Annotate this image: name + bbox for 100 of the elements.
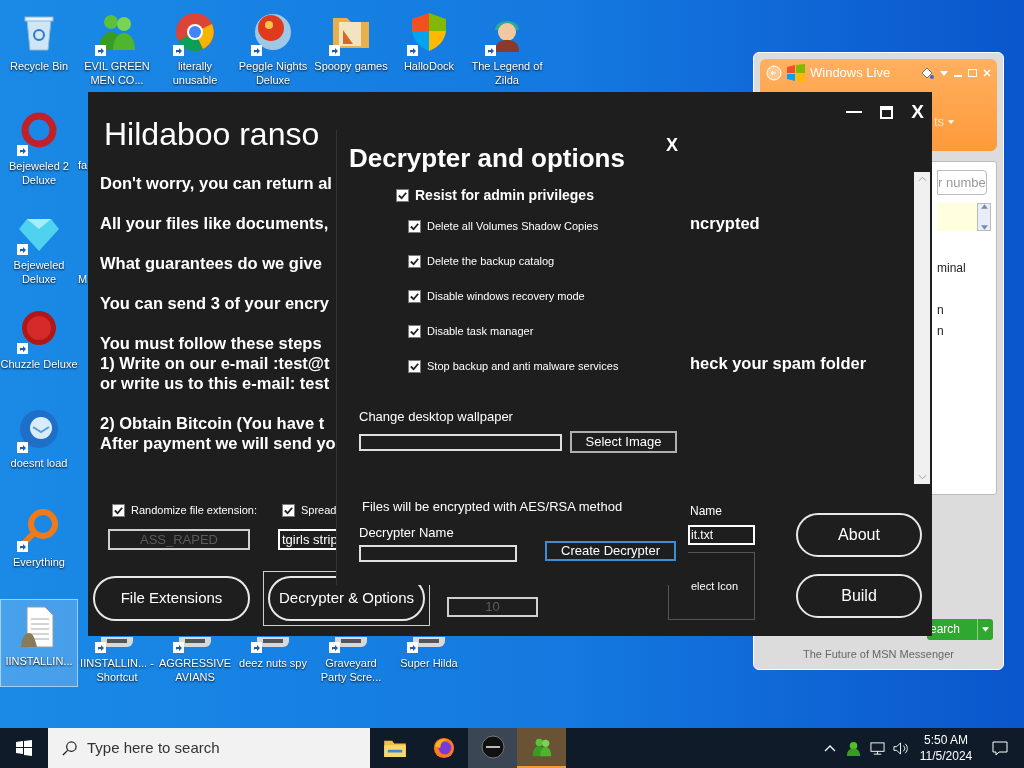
people-icon xyxy=(530,736,553,758)
icon-label: The Legend of Zilda xyxy=(470,59,544,87)
desktop-icon[interactable]: EVIL GREEN MEN CO... xyxy=(78,4,156,92)
pill-button[interactable]: About xyxy=(796,513,922,557)
search-icon xyxy=(62,740,77,756)
field-label: Name xyxy=(690,503,723,519)
contact-text: n xyxy=(937,303,945,318)
info-text: Files will be encrypted with AES/RSA method xyxy=(362,499,624,515)
person-icon[interactable] xyxy=(846,740,861,756)
round-logo-icon xyxy=(173,10,217,54)
option-label: Delete the backup catalog xyxy=(427,253,555,269)
minimize-icon[interactable] xyxy=(846,111,863,113)
windows-logo-icon xyxy=(16,740,32,756)
message-text: heck your spam folder xyxy=(690,353,867,373)
checkbox[interactable] xyxy=(408,324,421,338)
message-text: After payment we will send yo xyxy=(100,433,336,453)
option-label: Resist for admin privileges xyxy=(415,185,594,205)
contact-text: minal xyxy=(937,261,967,276)
option-label: Delete all Volumes Shadow Copies xyxy=(427,218,599,234)
option-label: Randomize file extension: xyxy=(131,502,257,518)
text-field[interactable] xyxy=(359,545,517,562)
round-logo-icon xyxy=(480,735,505,759)
dialog-title: Decrypter and options xyxy=(349,142,625,174)
icon-label: Peggle Nights Deluxe xyxy=(237,59,309,87)
pill-button[interactable]: Build xyxy=(796,574,922,618)
network-icon[interactable] xyxy=(870,740,885,756)
icon-label: AGGRESSIVE AVIANS xyxy=(157,656,233,684)
desktop-icon[interactable]: Bejeweled 2 Deluxe xyxy=(0,104,78,192)
window-title: Hildaboo ranso xyxy=(104,115,320,154)
pill-button[interactable]: File Extensions xyxy=(93,576,250,621)
message-text: You can send 3 of your encry xyxy=(100,293,329,313)
icon-label: Chuzzle Deluxe xyxy=(0,357,78,371)
message-text: You must follow these steps xyxy=(100,333,322,353)
message-text: All your files like documents, xyxy=(100,213,329,233)
close-button[interactable]: X xyxy=(911,102,924,122)
checkbox[interactable] xyxy=(408,289,421,303)
fox-logo-icon xyxy=(432,737,455,759)
notification-icon[interactable] xyxy=(992,740,1008,756)
icon-label: fa xyxy=(78,158,88,172)
globe-icon xyxy=(17,407,61,451)
window-title: Windows Live xyxy=(810,64,891,83)
checkbox[interactable] xyxy=(408,254,421,268)
checkbox[interactable] xyxy=(282,503,295,517)
contact-text: n xyxy=(937,324,945,339)
icon-label: doesnt load xyxy=(9,456,69,470)
message-text: or write us to this e-mail: test xyxy=(100,373,330,393)
option-label: Spread xyxy=(301,502,337,518)
create-decrypter-button[interactable]: Create Decrypter xyxy=(545,541,676,561)
checkbox[interactable] xyxy=(396,188,409,202)
message-text: What guarantees do we give xyxy=(100,253,322,273)
dropdown-icon xyxy=(982,626,989,632)
footer-text: The Future of MSN Messenger xyxy=(802,646,955,662)
checkbox[interactable] xyxy=(408,219,421,233)
icon-label: Bejeweled Deluxe xyxy=(12,258,66,286)
select-image-button[interactable]: Select Image xyxy=(570,431,677,453)
message-text: 1) Write on our e-mail :test@t xyxy=(100,353,330,373)
maximize-icon[interactable] xyxy=(880,105,894,119)
icon-label: IINSTALLIN... - Shortcut xyxy=(79,656,155,684)
paint-bucket-icon[interactable] xyxy=(920,66,934,80)
icon-label: Everything xyxy=(12,555,66,569)
option-label: Stop backup and anti malware services xyxy=(427,358,619,374)
icon-label: Graveyard Party Scre... xyxy=(319,656,383,684)
option-label: Disable task manager xyxy=(427,323,534,339)
desktop-icon[interactable]: IINSTALLIN... xyxy=(0,599,78,687)
close-button[interactable]: X xyxy=(666,135,678,155)
desktop-icon[interactable]: HalloDock xyxy=(390,4,468,92)
clock[interactable]: 5:50 AM 11/5/2024 xyxy=(916,732,976,764)
checkbox[interactable] xyxy=(408,359,421,373)
desktop-icon[interactable]: Peggle Nights Deluxe xyxy=(234,4,312,92)
option-label: Disable windows recovery mode xyxy=(427,288,585,304)
desktop-icon[interactable]: Chuzzle Deluxe xyxy=(0,302,78,390)
volume-icon[interactable] xyxy=(893,740,908,756)
icon-label: Spoopy games xyxy=(313,59,389,73)
message-text: ncrypted xyxy=(690,213,760,233)
icon-label: Super Hilda xyxy=(399,656,459,670)
icon-label: IINSTALLIN... xyxy=(4,654,74,668)
icon-label: Bejeweled 2 Deluxe xyxy=(8,159,70,187)
desktop-icon[interactable]: Recycle Bin xyxy=(0,4,78,92)
icon-label: deez nuts spy xyxy=(238,656,308,670)
text-field[interactable]: it.txt xyxy=(688,525,755,545)
text-field[interactable] xyxy=(359,433,562,451)
desktop-icon[interactable]: Everything xyxy=(0,500,78,588)
desktop-icon[interactable]: Bejeweled Deluxe xyxy=(0,203,78,291)
icon-label: EVIL GREEN MEN CO... xyxy=(83,59,151,87)
message-text: Don't worry, you can return al xyxy=(100,173,332,193)
icon-label: HalloDock xyxy=(402,59,456,73)
folder-icon xyxy=(383,739,406,757)
highlighted-row xyxy=(937,203,977,231)
search-field[interactable]: r numbe xyxy=(937,170,987,195)
taskbar-search-field[interactable]: Type here to search xyxy=(48,728,370,768)
icon-label: M xyxy=(78,272,88,286)
desktop-icon[interactable]: literally unusable xyxy=(156,4,234,92)
scroll-arrows[interactable] xyxy=(977,203,991,231)
desktop-icon[interactable]: doesnt load xyxy=(0,401,78,489)
icon-label: literally unusable xyxy=(171,59,219,87)
windows-flag-icon xyxy=(786,64,806,82)
desktop-icon[interactable]: The Legend of Zilda xyxy=(468,4,546,92)
icon-label: Recycle Bin xyxy=(8,59,70,73)
desktop-icon[interactable]: Spoopy games xyxy=(312,4,390,92)
field-label: Change desktop wallpaper xyxy=(359,409,514,425)
